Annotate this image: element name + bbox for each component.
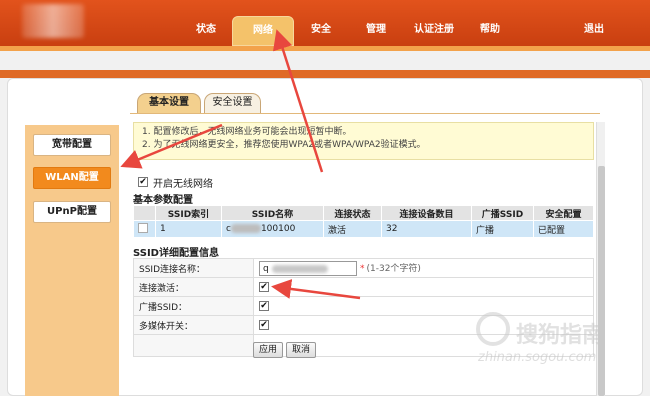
row-select-checkbox[interactable] xyxy=(138,222,148,233)
broadcast-cell: 广播 xyxy=(471,220,534,238)
enable-wireless-label: 开启无线网络 xyxy=(153,178,213,190)
table-row[interactable]: 1 c 100100 激活 32 广播 已配置 xyxy=(133,220,594,238)
column-header: 连接设备数目 xyxy=(381,205,472,221)
broadcast-ssid-label: 广播SSID： xyxy=(133,296,254,316)
column-header: 安全配置 xyxy=(533,205,594,221)
connect-active-checkbox[interactable]: ✔ xyxy=(259,282,269,292)
devices-cell: 32 xyxy=(381,220,472,238)
column-header: SSID索引 xyxy=(155,205,222,221)
watermark-url: zhinan.sogou.com xyxy=(478,350,597,365)
column-header: 广播SSID xyxy=(471,205,534,221)
sidebar-item-upnp[interactable]: UPnP配置 xyxy=(33,201,111,223)
broadcast-ssid-checkbox[interactable]: ✔ xyxy=(259,301,269,311)
logout-link[interactable]: 退出 xyxy=(584,20,604,35)
required-marker: * xyxy=(360,263,365,274)
notice-line-1: 1. 配置修改后，无线网络业务可能会出现短暂中断。 xyxy=(142,127,352,137)
redacted-text xyxy=(230,224,261,233)
ssid-table: SSID索引 SSID名称 连接状态 连接设备数目 广播SSID 安全配置 1 … xyxy=(133,205,594,238)
ssid-name-suffix: 100100 xyxy=(260,224,296,234)
cancel-button[interactable]: 取消 xyxy=(286,342,317,358)
tab-divider xyxy=(130,113,600,114)
apply-button[interactable]: 应用 xyxy=(253,342,284,358)
ssid-name-cell: c 100100 xyxy=(221,220,324,238)
ssid-name-field-cell: q * (1-32个字符) xyxy=(253,258,594,278)
watermark: 搜狗指南 zhinan.sogou.com xyxy=(476,312,646,372)
connect-active-cell: ✔ xyxy=(253,277,594,297)
empty-label-cell xyxy=(133,334,254,357)
connect-active-label: 连接激活： xyxy=(133,277,254,297)
sidebar-item-broadband[interactable]: 宽带配置 xyxy=(33,134,111,156)
watermark-logo-icon xyxy=(476,312,510,346)
enable-wireless-row: ✔ 开启无线网络 xyxy=(138,176,213,190)
nav-item-network[interactable]: 网络 xyxy=(232,16,294,46)
nav-item-security[interactable]: 安全 xyxy=(311,20,331,35)
nav-item-auth-register[interactable]: 认证注册 xyxy=(414,20,454,35)
status-cell: 激活 xyxy=(323,220,382,238)
redacted-text xyxy=(272,264,328,273)
multimedia-label: 多媒体开关： xyxy=(133,315,254,335)
basic-params-title: 基本参数配置 xyxy=(133,195,193,206)
security-cell: 已配置 xyxy=(533,220,594,238)
brand-logo xyxy=(22,4,84,38)
action-buttons: 应用 取消 xyxy=(253,342,317,358)
notice-line-2: 2. 为了无线网络更安全，推荐您使用WPA2或者WPA/WPA2验证模式。 xyxy=(142,140,426,150)
ssid-name-hint: (1-32个字符) xyxy=(366,263,421,274)
nav-item-help[interactable]: 帮助 xyxy=(480,20,500,35)
ssid-name-label: SSID连接名称： xyxy=(133,258,254,278)
notice-box: 1. 配置修改后，无线网络业务可能会出现短暂中断。 2. 为了无线网络更安全，推… xyxy=(133,122,594,160)
ssid-name-input-value: q xyxy=(263,263,269,274)
ssid-detail-title: SSID详细配置信息 xyxy=(133,248,219,259)
header-strip xyxy=(0,70,650,78)
sidebar-item-wlan[interactable]: WLAN配置 xyxy=(33,167,111,189)
top-nav-bar: 状态 网络 安全 管理 认证注册 帮助 退出 xyxy=(0,0,650,46)
sidebar: 宽带配置 WLAN配置 UPnP配置 xyxy=(25,125,119,396)
tab-security-settings[interactable]: 安全设置 xyxy=(204,93,261,113)
nav-item-network-label: 网络 xyxy=(253,25,273,36)
select-column-header xyxy=(133,205,156,221)
nav-item-status[interactable]: 状态 xyxy=(196,20,216,35)
nav-item-management[interactable]: 管理 xyxy=(366,20,386,35)
enable-wireless-checkbox[interactable]: ✔ xyxy=(138,177,148,187)
column-header: SSID名称 xyxy=(221,205,324,221)
ssid-name-input[interactable]: q xyxy=(259,260,357,276)
nav-accent-bar xyxy=(0,46,650,51)
row-select-cell[interactable] xyxy=(133,220,156,238)
ssid-index-cell: 1 xyxy=(155,220,222,238)
tab-basic-settings[interactable]: 基本设置 xyxy=(137,93,201,113)
watermark-text: 搜狗指南 xyxy=(516,323,605,348)
multimedia-checkbox[interactable]: ✔ xyxy=(259,320,269,330)
column-header: 连接状态 xyxy=(323,205,382,221)
